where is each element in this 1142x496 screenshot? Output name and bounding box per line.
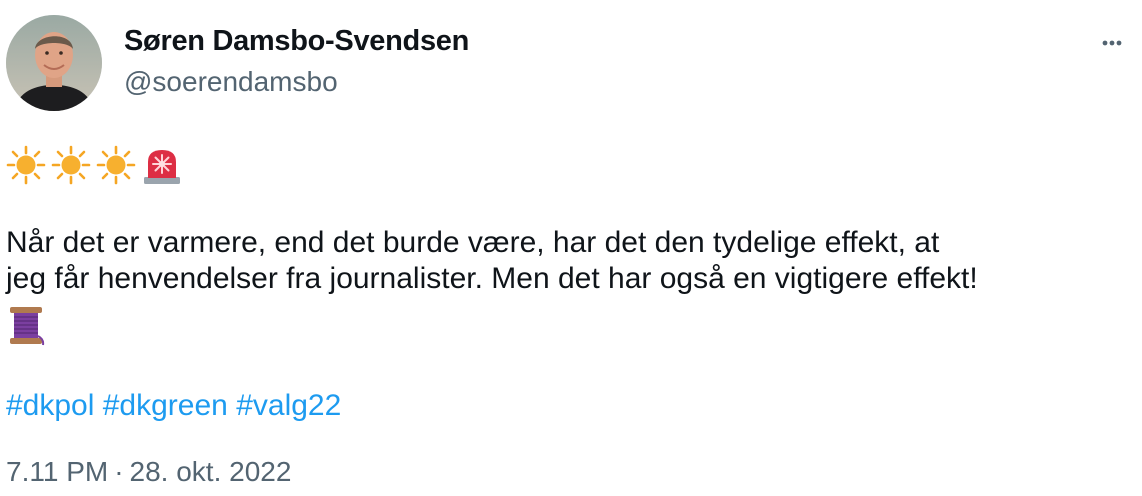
timestamp-separator: · [114,456,124,487]
tweet-text-line: Når det er varmere, end det burde være, … [6,226,940,259]
hashtag-link[interactable]: #valg22 [236,389,341,422]
tweet-text: Når det er varmere, end det burde være, … [6,225,1131,297]
sun-icon [96,145,136,185]
author-handle[interactable]: @soerendamsbo [124,66,338,98]
tweet-time: 7.11 PM [6,456,109,487]
tweet: Søren Damsbo-Svendsen @soerendamsbo Når … [0,0,1142,496]
more-options-button[interactable] [1094,26,1130,62]
hashtag-link[interactable]: #dkpol [6,389,94,422]
sun-icon [51,145,91,185]
tweet-date: 28. okt. 2022 [129,456,292,487]
avatar-portrait-icon [6,15,102,111]
author-display-name[interactable]: Søren Damsbo-Svendsen [124,25,469,58]
hashtag-link[interactable]: #dkgreen [103,389,228,422]
rotating-light-icon [144,150,180,184]
hashtag-list: #dkpol #dkgreen #valg22 [6,388,341,424]
avatar[interactable] [6,15,102,111]
more-dots-icon [1102,40,1122,46]
tweet-timestamp[interactable]: 7.11 PM · 28. okt. 2022 [6,456,291,488]
spool-of-thread-icon [7,305,45,352]
lead-emoji-row [6,142,183,188]
sun-icon [6,145,46,185]
tweet-text-line: jeg får henvendelser fra journalister. M… [6,262,978,295]
